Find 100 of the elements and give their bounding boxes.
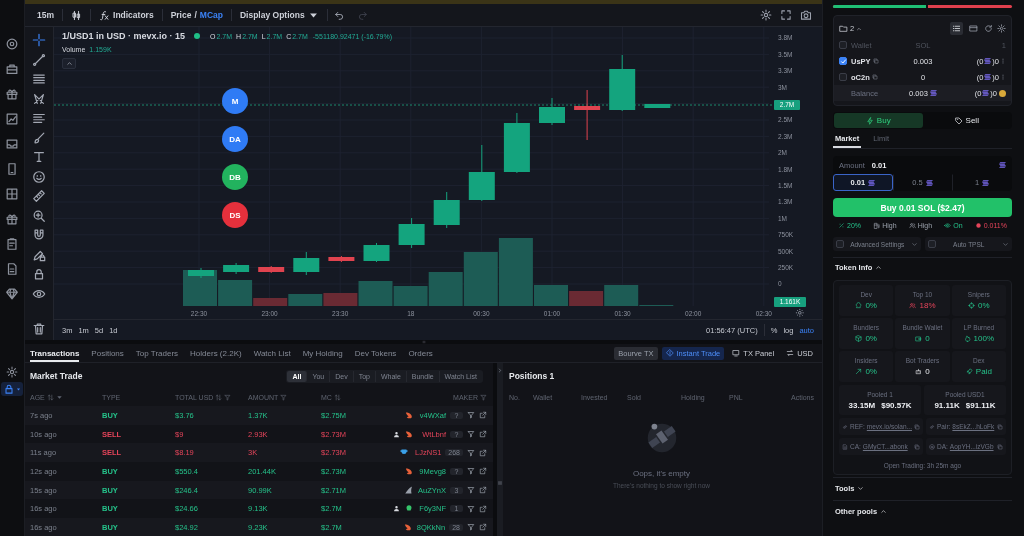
tab[interactable]: Transactions	[30, 344, 80, 362]
cube-icon	[855, 335, 863, 342]
settings-icon[interactable]	[997, 24, 1006, 33]
tab[interactable]: Top Traders	[135, 344, 179, 362]
copy-icon[interactable]	[872, 58, 879, 64]
checkbox[interactable]	[836, 240, 844, 248]
chart-icon[interactable]	[5, 112, 19, 126]
trash-icon[interactable]	[32, 322, 46, 336]
sol-icon	[982, 90, 990, 96]
gift-icon[interactable]	[5, 212, 19, 226]
filter-icon[interactable]	[467, 523, 475, 532]
levels-icon[interactable]	[32, 111, 46, 125]
external-link-icon[interactable]	[479, 523, 487, 532]
lock-button[interactable]	[1, 382, 23, 396]
tick-icon	[839, 57, 847, 65]
eye-icon	[944, 221, 952, 229]
card-icon	[969, 24, 978, 33]
copy-icon[interactable]	[871, 74, 878, 80]
diamond-icon	[665, 349, 674, 357]
view-button[interactable]	[967, 22, 980, 35]
display-options-button[interactable]: Display Options	[231, 7, 327, 23]
caret-icon[interactable]	[55, 394, 63, 401]
pattern-icon[interactable]	[32, 91, 46, 106]
candle	[468, 145, 495, 201]
candle	[223, 263, 250, 274]
filter-icon[interactable]	[467, 467, 475, 476]
chevron-icon	[910, 240, 918, 248]
trade-marker: M	[222, 88, 248, 114]
camera-icon[interactable]	[800, 9, 812, 21]
sol-icon	[929, 90, 937, 96]
pool-amount: 91.11K	[934, 400, 960, 410]
tray-icon[interactable]	[5, 137, 19, 151]
mode-separator: /	[194, 10, 197, 20]
settings-icon	[6, 366, 18, 378]
checkbox[interactable]	[839, 41, 847, 49]
external-link-icon[interactable]	[479, 411, 487, 420]
caret-icon	[16, 386, 21, 392]
document-icon	[842, 443, 848, 450]
view-button[interactable]	[950, 22, 963, 35]
side-button[interactable]: Sell	[922, 113, 1011, 128]
diamond-icon[interactable]	[5, 287, 19, 301]
ruler-icon[interactable]	[32, 189, 46, 203]
link-icon	[929, 423, 935, 430]
checkbox[interactable]	[839, 73, 847, 81]
trend-line-icon[interactable]	[32, 52, 46, 67]
swap-icon	[786, 349, 795, 357]
indicators-button[interactable]: Indicators	[91, 7, 162, 23]
shrimp-icon	[404, 410, 414, 421]
undo-icon[interactable]	[333, 9, 345, 21]
text-tool-icon[interactable]	[32, 150, 46, 164]
chart-symbol: 1/USD1 in USD · mevx.io · 15	[62, 31, 186, 41]
tab[interactable]: Dev Tokens	[354, 344, 397, 362]
tab[interactable]: Positions	[91, 344, 124, 362]
function-icon	[99, 9, 110, 21]
collapse-button[interactable]	[62, 58, 76, 69]
drag-handle-icon	[497, 480, 503, 486]
stat-value: 18%	[919, 301, 936, 310]
refresh-icon[interactable]	[984, 24, 993, 33]
tab[interactable]: Holders (2.2K)	[190, 344, 242, 362]
target-icon[interactable]	[5, 37, 19, 51]
magnet-icon[interactable]	[32, 228, 46, 242]
mode-toggle[interactable]: Price	[170, 10, 192, 20]
gift-icon[interactable]	[5, 87, 19, 101]
parallel-lines-icon[interactable]	[32, 72, 46, 86]
checkbox[interactable]	[927, 240, 936, 248]
document-icon[interactable]	[5, 262, 19, 276]
filter-icon[interactable]	[467, 411, 475, 420]
tab[interactable]: Watch List	[253, 344, 291, 362]
crosshair-icon[interactable]	[32, 33, 46, 47]
external-link-icon[interactable]	[479, 467, 487, 476]
settings-icon[interactable]	[760, 9, 772, 21]
side-button[interactable]: Buy	[834, 113, 923, 128]
settings-button[interactable]	[4, 365, 20, 379]
lock-icon[interactable]	[32, 267, 46, 281]
candle	[539, 98, 565, 125]
shrimp-icon	[402, 522, 413, 533]
checkbox[interactable]	[839, 57, 847, 65]
phone-icon[interactable]	[5, 162, 19, 176]
zoom-in-icon[interactable]	[32, 208, 46, 223]
brush-icon[interactable]	[32, 130, 46, 145]
bolt-icon	[865, 116, 874, 125]
shrimp-icon	[404, 429, 414, 440]
external-link-icon[interactable]	[479, 448, 487, 457]
mode-toggle[interactable]: MCap	[199, 10, 223, 20]
candle	[188, 268, 214, 278]
tab[interactable]: My Holding	[302, 344, 343, 362]
smiley-icon[interactable]	[32, 169, 46, 184]
tab[interactable]: Orders	[408, 344, 433, 362]
interval-button[interactable]: 15m	[29, 7, 62, 23]
monitor-icon	[732, 349, 741, 357]
grid-icon[interactable]	[5, 187, 19, 201]
status-dot-icon	[194, 33, 201, 39]
external-link-icon[interactable]	[479, 486, 487, 495]
briefcase-icon[interactable]	[5, 62, 19, 76]
fullscreen-icon[interactable]	[780, 9, 792, 21]
external-link-icon[interactable]	[479, 430, 487, 439]
clipboard-icon[interactable]	[5, 237, 19, 251]
external-link-icon[interactable]	[479, 504, 487, 513]
rocket-icon	[965, 368, 973, 375]
settings-icon[interactable]	[795, 308, 805, 318]
